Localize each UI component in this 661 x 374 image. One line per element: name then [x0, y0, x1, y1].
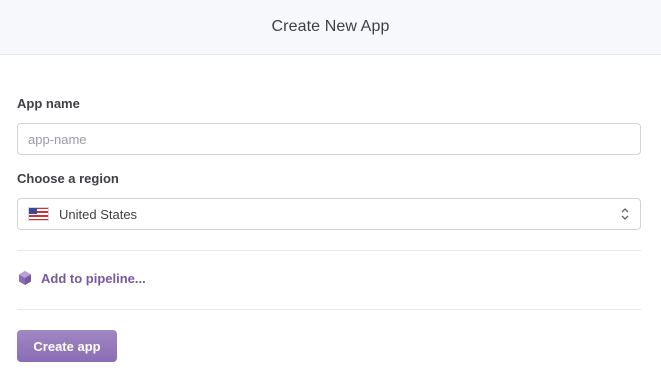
region-select[interactable]: United States	[17, 198, 641, 230]
modal-header: Create New App	[0, 0, 661, 55]
page-title: Create New App	[271, 18, 390, 35]
region-selected-value: United States	[59, 206, 138, 222]
section-divider	[17, 309, 641, 310]
app-name-input[interactable]	[17, 123, 641, 155]
us-flag-icon	[28, 207, 49, 221]
add-to-pipeline-label: Add to pipeline...	[41, 270, 146, 286]
region-label: Choose a region	[17, 171, 119, 186]
add-to-pipeline-link[interactable]: Add to pipeline...	[17, 270, 146, 286]
chevron-up-down-icon	[621, 208, 629, 220]
create-app-button[interactable]: Create app	[17, 330, 117, 362]
section-divider	[17, 250, 641, 251]
pipeline-hexagon-icon	[19, 271, 31, 285]
app-name-label: App name	[17, 96, 80, 111]
